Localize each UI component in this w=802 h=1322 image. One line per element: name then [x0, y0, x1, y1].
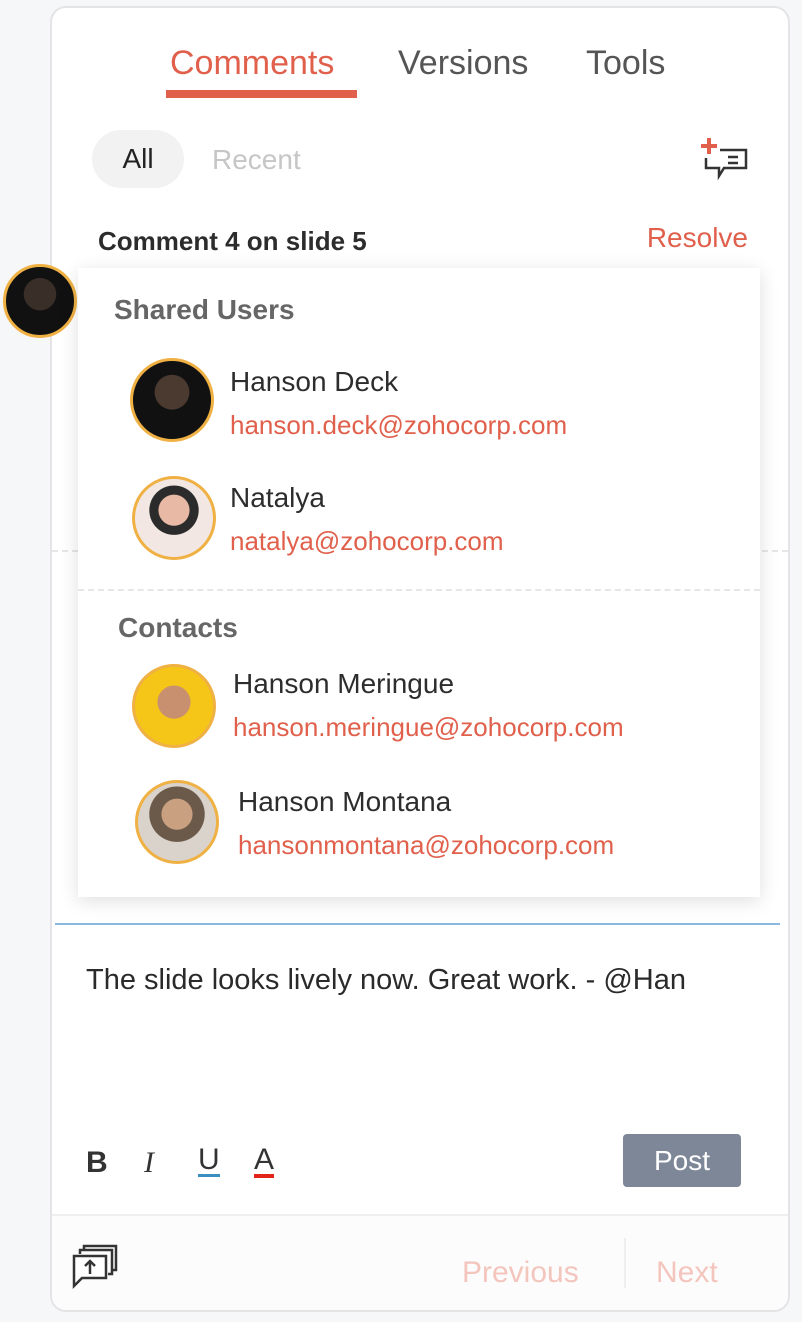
previous-button[interactable]: Previous [462, 1256, 579, 1290]
avatar [130, 358, 214, 442]
user-email: hanson.deck@zohocorp.com [230, 410, 568, 440]
mention-option[interactable]: Hanson Montana hansonmontana@zohocorp.co… [78, 780, 760, 880]
avatar [135, 780, 219, 864]
comment-input[interactable]: The slide looks lively now. Great work. … [86, 956, 706, 1004]
user-name: Natalya [230, 482, 325, 513]
tab-tools[interactable]: Tools [586, 44, 665, 83]
filter-all[interactable]: All [92, 130, 184, 188]
filter-recent[interactable]: Recent [212, 144, 301, 176]
next-button[interactable]: Next [656, 1256, 718, 1290]
tab-versions[interactable]: Versions [398, 44, 528, 83]
mention-option[interactable]: Hanson Meringue hanson.meringue@zohocorp… [78, 664, 760, 764]
user-name: Hanson Meringue [233, 668, 455, 699]
contacts-heading: Contacts [118, 612, 238, 643]
post-button[interactable]: Post [623, 1134, 741, 1187]
shared-users-heading: Shared Users [114, 294, 295, 325]
divider [78, 589, 760, 591]
user-name: Hanson Montana [238, 786, 452, 817]
underline-button[interactable]: U [198, 1145, 220, 1177]
tab-comments[interactable]: Comments [170, 44, 334, 83]
footer-separator [624, 1238, 626, 1288]
mention-suggestions: Shared Users Hanson Deck hanson.deck@zoh… [78, 268, 760, 897]
avatar [132, 476, 216, 560]
add-comment-icon[interactable] [700, 136, 752, 188]
resolve-button[interactable]: Resolve [647, 222, 748, 254]
footer: Previous Next [52, 1214, 788, 1310]
user-email: hanson.meringue@zohocorp.com [233, 712, 624, 742]
user-email: hansonmontana@zohocorp.com [238, 830, 615, 860]
export-comments-icon[interactable] [72, 1244, 120, 1290]
mention-option[interactable]: Natalya natalya@zohocorp.com [78, 476, 760, 576]
comment-title: Comment 4 on slide 5 [98, 226, 367, 256]
text-color-button[interactable]: A [254, 1145, 275, 1178]
editor-focus-line [55, 923, 780, 925]
user-email: natalya@zohocorp.com [230, 526, 504, 556]
italic-button[interactable]: I [144, 1146, 154, 1180]
active-tab-indicator [166, 90, 357, 98]
user-name: Hanson Deck [230, 366, 399, 397]
mention-option[interactable]: Hanson Deck hanson.deck@zohocorp.com [78, 358, 760, 458]
avatar [132, 664, 216, 748]
comment-author-avatar [3, 264, 77, 338]
bold-button[interactable]: B [86, 1146, 108, 1180]
